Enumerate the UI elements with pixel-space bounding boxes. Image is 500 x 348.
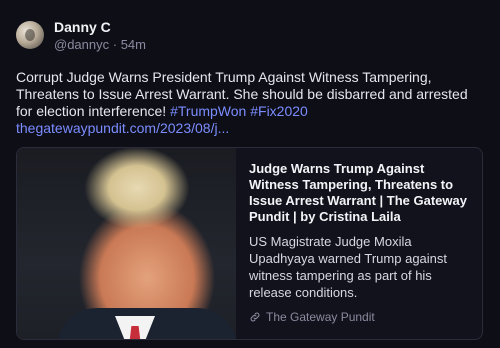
post-link[interactable]: thegatewaypundit.com/2023/08/j... xyxy=(16,120,229,136)
link-preview-card[interactable]: Judge Warns Trump Against Witness Tamper… xyxy=(16,147,483,340)
card-source: The Gateway Pundit xyxy=(249,310,375,324)
card-source-label: The Gateway Pundit xyxy=(266,310,375,324)
meta-separator: · xyxy=(109,37,121,52)
hashtag-trumpwon[interactable]: #TrumpWon xyxy=(170,103,246,119)
card-description: US Magistrate Judge Moxila Upadhyaya war… xyxy=(249,234,448,300)
author-meta: @dannyc · 54m xyxy=(54,37,146,52)
post-text: Corrupt Judge Warns President Trump Agai… xyxy=(16,69,486,137)
post-time[interactable]: 54m xyxy=(121,37,146,52)
link-icon xyxy=(250,312,260,322)
author-handle[interactable]: @dannyc xyxy=(54,37,109,52)
author-name[interactable]: Danny C xyxy=(54,19,111,35)
card-thumbnail xyxy=(17,148,237,339)
card-body: Judge Warns Trump Against Witness Tamper… xyxy=(249,161,471,301)
avatar[interactable] xyxy=(16,21,44,49)
hashtag-fix2020[interactable]: #Fix2020 xyxy=(250,103,308,119)
card-title: Judge Warns Trump Against Witness Tamper… xyxy=(249,161,467,224)
